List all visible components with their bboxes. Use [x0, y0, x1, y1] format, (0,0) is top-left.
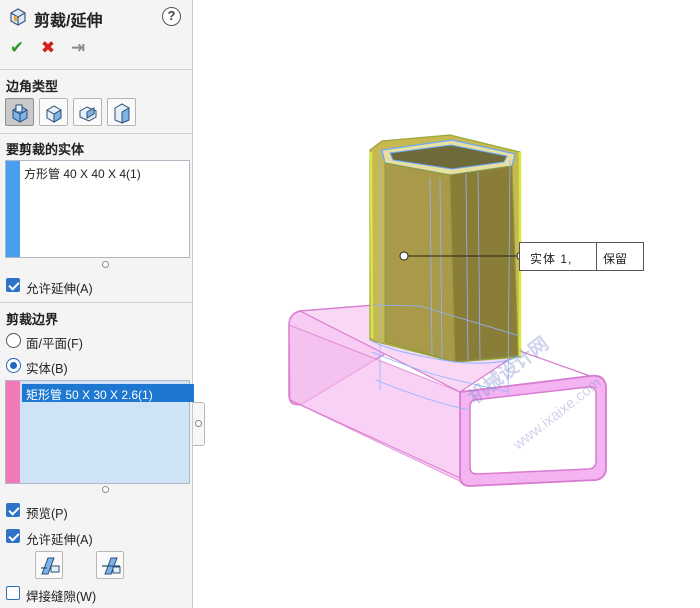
body-callout[interactable]: 实体 1, 保留 — [519, 242, 644, 271]
end-butt1-icon — [79, 106, 97, 122]
allow-extend-label: 允许延伸(A) — [26, 282, 93, 296]
trim-to-body-button[interactable] — [35, 551, 63, 579]
resize-grip[interactable] — [102, 261, 109, 268]
callout-divider — [596, 243, 597, 270]
weld-gap-checkbox[interactable] — [6, 586, 20, 600]
trim-to-surface-icon — [102, 557, 121, 575]
graphics-viewport[interactable] — [205, 0, 700, 608]
divider — [0, 302, 193, 303]
selection-color-stripe — [6, 381, 20, 483]
body-radio[interactable] — [6, 358, 21, 373]
boundary-allow-extend-label: 允许延伸(A) — [26, 533, 93, 547]
bodies-to-trim-list[interactable]: 方形管 40 X 40 X 4(1) — [5, 160, 190, 258]
allow-extend-checkbox[interactable] — [6, 278, 20, 292]
trim-extend-icon — [8, 7, 28, 27]
trim-boundary-heading: 剪裁边界 — [6, 312, 59, 327]
preview-label: 预览(P) — [26, 507, 68, 521]
cancel-button[interactable]: ✖ — [38, 38, 58, 58]
corner-type-heading: 边角类型 — [6, 79, 59, 94]
panel-collapse-handle[interactable] — [193, 402, 205, 446]
trim-to-surface-button[interactable] — [96, 551, 124, 579]
trim-boundary-list[interactable]: 矩形管 50 X 30 X 2.6(1) — [5, 380, 194, 484]
selection-color-stripe — [6, 161, 20, 257]
bodies-to-trim-heading: 要剪裁的实体 — [6, 142, 85, 157]
corner-type-4-button[interactable] — [107, 98, 136, 126]
pin-icon[interactable]: ⇥ — [68, 38, 88, 58]
callout-keep-label[interactable]: 保留 — [603, 250, 627, 267]
property-manager-panel: 剪裁/延伸 ? ✔ ✖ ⇥ 边角类型 要剪裁的实体 方形管 40 X 40 X … — [0, 0, 194, 608]
corner-end-trim-button[interactable] — [5, 98, 34, 126]
panel-title-row: 剪裁/延伸 ? — [0, 0, 193, 34]
resize-grip[interactable] — [102, 486, 109, 493]
weld-gap-label: 焊接缝隙(W) — [26, 590, 97, 604]
preview-checkbox[interactable] — [6, 503, 20, 517]
end-miter-icon — [46, 105, 62, 123]
corner-type-2-button[interactable] — [39, 98, 68, 126]
boundary-allow-extend-checkbox[interactable] — [6, 529, 20, 543]
panel-title: 剪裁/延伸 — [34, 13, 103, 30]
callout-anchor — [399, 251, 409, 261]
list-item[interactable]: 方形管 40 X 40 X 4(1) — [24, 165, 141, 182]
corner-type-3-button[interactable] — [73, 98, 102, 126]
model-scene[interactable] — [205, 0, 700, 608]
ok-button[interactable]: ✔ — [7, 38, 27, 58]
end-butt2-icon — [114, 103, 130, 124]
end-trim-icon — [12, 104, 28, 123]
list-item[interactable]: 矩形管 50 X 30 X 2.6(1) — [22, 384, 194, 402]
help-icon[interactable]: ? — [162, 7, 181, 26]
trim-to-body-icon — [41, 557, 60, 575]
face-plane-radio[interactable] — [6, 333, 21, 348]
divider — [0, 69, 193, 70]
divider — [0, 133, 193, 134]
callout-body-label: 实体 1, — [530, 252, 573, 266]
face-plane-label: 面/平面(F) — [26, 337, 83, 351]
grip-dot-icon — [195, 420, 202, 427]
body-label: 实体(B) — [26, 362, 68, 376]
